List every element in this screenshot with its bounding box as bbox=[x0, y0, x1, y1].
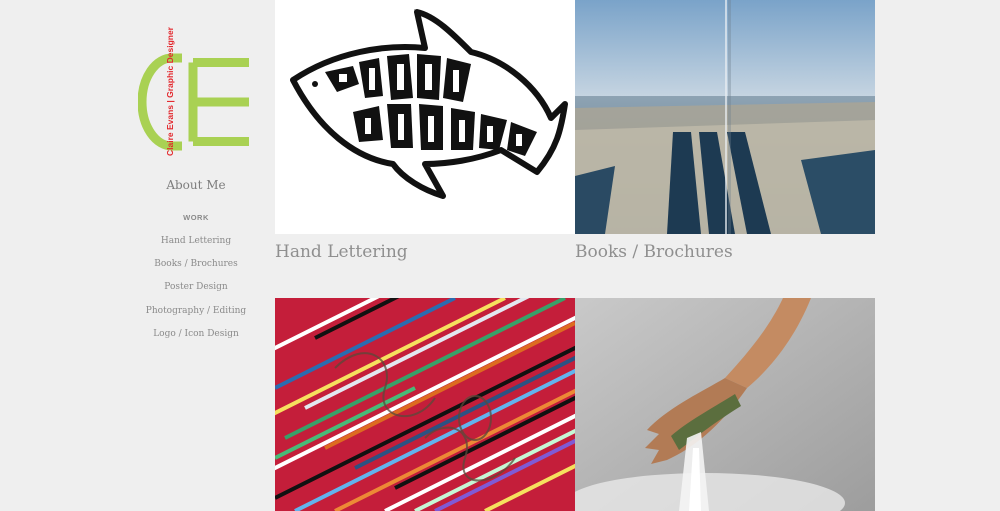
glitch-stripes-poster-image bbox=[275, 298, 575, 511]
hand-waterfall-photo-image bbox=[575, 298, 875, 511]
about-me-link[interactable]: About Me bbox=[118, 178, 274, 192]
tile-caption: Hand Lettering bbox=[275, 242, 408, 262]
shark-attack-lettering-image bbox=[275, 0, 575, 234]
nav-item-logo-icon-design[interactable]: Logo / Icon Design bbox=[118, 329, 274, 352]
portfolio-tile-hand-lettering[interactable]: Hand Lettering bbox=[275, 0, 575, 270]
work-heading: WORK bbox=[183, 213, 209, 222]
nav-item-photography-editing[interactable]: Photography / Editing bbox=[118, 306, 274, 329]
portfolio-tile-photography[interactable] bbox=[575, 298, 875, 511]
ocean-garbage-photo-image bbox=[575, 0, 875, 234]
logo-tagline: Claire Evans | Graphic Designer bbox=[165, 27, 175, 156]
page: Claire Evans | Graphic Designer About Me… bbox=[0, 0, 1000, 511]
sidebar: Claire Evans | Graphic Designer About Me… bbox=[118, 0, 274, 511]
nav-item-books-brochures[interactable]: Books / Brochures bbox=[118, 259, 274, 282]
work-nav: Hand Lettering Books / Brochures Poster … bbox=[118, 236, 274, 352]
portfolio-tile-books-brochures[interactable]: Books / Brochures bbox=[575, 0, 875, 270]
nav-item-poster-design[interactable]: Poster Design bbox=[118, 282, 274, 305]
nav-item-hand-lettering[interactable]: Hand Lettering bbox=[118, 236, 274, 259]
tile-caption: Books / Brochures bbox=[575, 242, 733, 262]
ce-logo[interactable] bbox=[138, 44, 254, 160]
ce-logo-icon bbox=[138, 53, 249, 151]
portfolio-tile-poster[interactable] bbox=[275, 298, 575, 511]
